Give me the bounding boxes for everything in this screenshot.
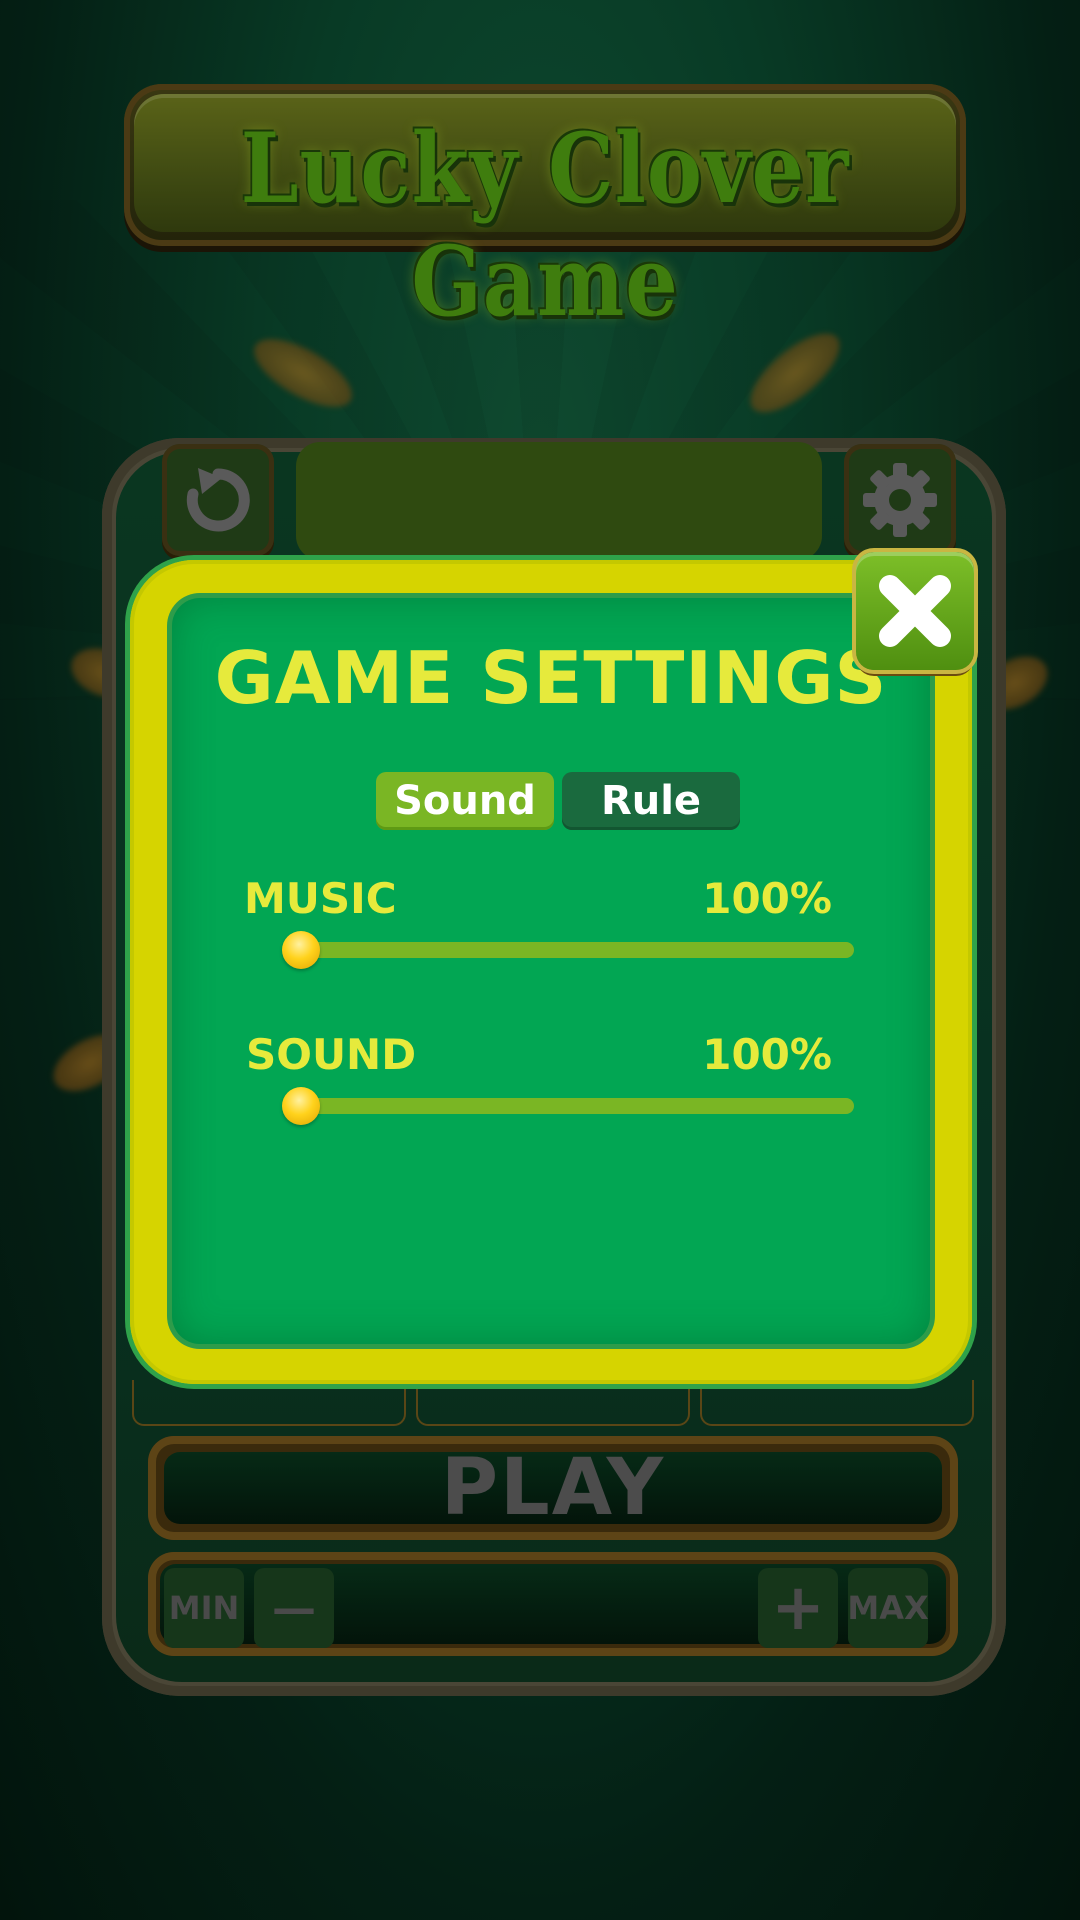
sound-slider-thumb[interactable] xyxy=(282,1087,320,1125)
gear-icon xyxy=(863,463,937,537)
play-button-inner: PLAY xyxy=(164,1443,942,1533)
play-button[interactable]: PLAY xyxy=(148,1436,958,1540)
settings-modal: GAME SETTINGS Sound Rule MUSIC 100% SOUN… xyxy=(130,560,972,1384)
slot-cell xyxy=(132,1380,406,1426)
refresh-button[interactable] xyxy=(162,444,274,556)
close-icon xyxy=(879,575,951,647)
bet-controls-inner: MIN — + MAX xyxy=(160,1564,946,1648)
slot-cell xyxy=(700,1380,974,1426)
sound-slider-track[interactable] xyxy=(294,1098,854,1114)
decrease-bet-button[interactable]: — xyxy=(254,1568,334,1648)
close-button[interactable] xyxy=(856,552,974,670)
settings-title: GAME SETTINGS xyxy=(214,636,888,720)
minus-icon: — xyxy=(272,1582,316,1634)
music-slider-thumb[interactable] xyxy=(282,931,320,969)
tab-sound[interactable]: Sound xyxy=(376,772,554,830)
bet-controls: MIN — + MAX xyxy=(148,1552,958,1656)
increase-bet-button[interactable]: + xyxy=(758,1568,838,1648)
tab-sound-label: Sound xyxy=(394,778,536,824)
title-banner-inner: Lucky Clover Game xyxy=(134,94,956,338)
sound-label: SOUND xyxy=(246,1030,417,1079)
settings-panel: GAME SETTINGS Sound Rule MUSIC 100% SOUN… xyxy=(172,598,930,1344)
max-label: MAX xyxy=(847,1589,929,1627)
tab-rule-label: Rule xyxy=(600,778,702,824)
max-bet-button[interactable]: MAX xyxy=(847,1568,929,1648)
music-slider-track[interactable] xyxy=(294,942,854,958)
game-title: Lucky Clover Game xyxy=(240,112,850,338)
refresh-icon xyxy=(186,468,250,532)
title-banner: Lucky Clover Game xyxy=(124,84,966,338)
slot-cell xyxy=(416,1380,690,1426)
music-value: 100% xyxy=(702,874,832,923)
settings-button[interactable] xyxy=(844,444,956,556)
sound-value: 100% xyxy=(702,1030,832,1079)
music-label: MUSIC xyxy=(244,874,397,923)
play-label: PLAY xyxy=(440,1443,666,1533)
min-bet-button[interactable]: MIN xyxy=(164,1568,244,1648)
balance-bar xyxy=(296,442,822,560)
tab-rule[interactable]: Rule xyxy=(562,772,740,830)
plus-icon: + xyxy=(771,1571,825,1645)
min-label: MIN xyxy=(168,1589,240,1627)
